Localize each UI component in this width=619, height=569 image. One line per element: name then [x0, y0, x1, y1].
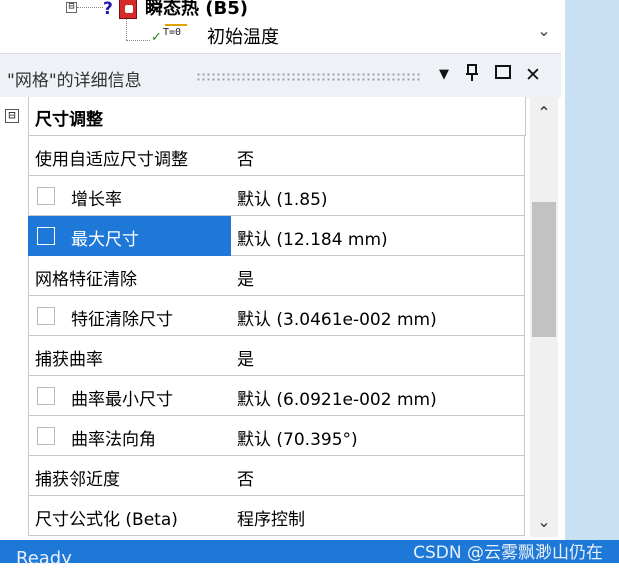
property-value-cell[interactable]: 默认 (6.0921e-002 mm): [231, 376, 525, 416]
property-name-cell[interactable]: 捕获邻近度: [28, 456, 232, 496]
row-gutter: [0, 136, 28, 176]
maximize-icon-graphic: [495, 65, 511, 79]
property-value: 默认 (3.0461e-002 mm): [237, 310, 437, 330]
property-value-cell[interactable]: 是: [231, 336, 525, 376]
property-value-cell[interactable]: 默认 (70.395°): [231, 416, 525, 456]
row-gutter: [0, 456, 28, 496]
status-bar: Ready CSDN @云雾飘渺山仍在: [0, 540, 619, 569]
parameter-checkbox[interactable]: [37, 187, 55, 205]
tree-connector: [77, 7, 103, 8]
row-gutter: [0, 216, 28, 256]
property-name-cell[interactable]: 捕获曲率: [28, 336, 232, 376]
property-name-cell[interactable]: 曲率法向角: [28, 416, 232, 456]
scroll-down-icon[interactable]: ⌄: [530, 512, 558, 531]
row-gutter: [0, 416, 28, 456]
unsolved-status-icon: ?: [103, 0, 113, 19]
property-value-cell[interactable]: 程序控制: [231, 496, 525, 536]
details-title: "网格"的详细信息: [7, 71, 142, 91]
row-gutter: [0, 256, 28, 296]
property-row[interactable]: 曲率法向角 默认 (70.395°): [0, 416, 526, 456]
vertical-scrollbar[interactable]: ⌃ ⌄: [530, 97, 558, 537]
property-name-cell[interactable]: 特征清除尺寸: [28, 296, 232, 336]
property-row[interactable]: 增长率 默认 (1.85): [0, 176, 526, 216]
property-value-cell[interactable]: 默认 (12.184 mm): [231, 216, 525, 256]
collapse-icon[interactable]: ⊟: [5, 109, 19, 123]
property-name-cell[interactable]: 增长率: [28, 176, 232, 216]
property-name: 增长率: [71, 190, 122, 210]
property-row[interactable]: 尺寸公式化 (Beta) 程序控制: [0, 496, 526, 536]
property-value-cell[interactable]: 默认 (1.85): [231, 176, 525, 216]
property-row[interactable]: 捕获邻近度 否: [0, 456, 526, 496]
row-gutter: [0, 496, 28, 536]
property-value: 默认 (1.85): [237, 190, 328, 210]
property-value: 默认 (70.395°): [237, 430, 358, 450]
property-row[interactable]: 最大尺寸 默认 (12.184 mm): [0, 216, 526, 256]
property-value-cell[interactable]: 默认 (3.0461e-002 mm): [231, 296, 525, 336]
property-name-cell[interactable]: 尺寸公式化 (Beta): [28, 496, 232, 536]
watermark-text: CSDN @云雾飘渺山仍在: [413, 543, 603, 563]
chevron-down-icon[interactable]: ⌄: [534, 21, 554, 40]
property-name: 曲率法向角: [71, 430, 156, 450]
tree-connector: [126, 40, 150, 41]
property-value: 否: [237, 150, 254, 170]
property-value-cell[interactable]: 是: [231, 256, 525, 296]
row-gutter: [0, 296, 28, 336]
property-name: 使用自适应尺寸调整: [35, 150, 188, 170]
property-row[interactable]: 使用自适应尺寸调整 否: [0, 136, 526, 176]
initial-temperature-icon: T=0: [163, 24, 188, 38]
tree-connector: [126, 18, 127, 40]
side-strip: [565, 0, 619, 563]
maximize-icon[interactable]: [493, 64, 513, 86]
pin-icon-graphic: [466, 64, 478, 81]
property-value-cell[interactable]: 否: [231, 456, 525, 496]
property-name-cell[interactable]: 使用自适应尺寸调整: [28, 136, 232, 176]
property-name: 捕获曲率: [35, 350, 103, 370]
property-name-cell[interactable]: 网格特征清除: [28, 256, 232, 296]
section-title-cell: 尺寸调整: [28, 97, 526, 136]
row-gutter: [0, 176, 28, 216]
dropdown-icon[interactable]: ▼: [434, 64, 454, 86]
property-grid: ⊟ 尺寸调整 使用自适应尺寸调整否增长率 默认 (1.85) 最大尺寸 默认 (12.…: [0, 97, 526, 537]
property-row[interactable]: 特征清除尺寸 默认 (3.0461e-002 mm): [0, 296, 526, 336]
check-icon: ✓: [151, 30, 162, 45]
property-name: 网格特征清除: [35, 270, 137, 290]
parameter-checkbox[interactable]: [37, 307, 55, 325]
property-name-cell[interactable]: 最大尺寸: [28, 216, 232, 256]
property-value-cell[interactable]: 否: [231, 136, 525, 176]
property-value: 否: [237, 470, 254, 490]
property-row[interactable]: 捕获曲率 是: [0, 336, 526, 376]
tree-item-transient-thermal[interactable]: 瞬态热 (B5): [145, 0, 248, 20]
property-name: 特征清除尺寸: [71, 310, 173, 330]
parameter-checkbox[interactable]: [37, 387, 55, 405]
tree-collapse-toggle[interactable]: ⊟: [66, 2, 77, 13]
details-header: "网格"的详细信息 ▼ ✕: [0, 53, 561, 98]
property-value: 默认 (6.0921e-002 mm): [237, 390, 437, 410]
property-name-cell[interactable]: 曲率最小尺寸: [28, 376, 232, 416]
row-gutter: [0, 336, 28, 376]
property-row[interactable]: 网格特征清除 是: [0, 256, 526, 296]
tree-item-initial-temperature[interactable]: 初始温度: [207, 23, 279, 49]
property-value: 默认 (12.184 mm): [237, 230, 388, 250]
property-name: 捕获邻近度: [35, 470, 120, 490]
status-text: Ready: [16, 548, 72, 569]
scrollbar-thumb[interactable]: [532, 202, 556, 337]
section-header[interactable]: ⊟ 尺寸调整: [0, 97, 526, 136]
transient-thermal-icon: [119, 0, 137, 19]
pin-icon[interactable]: [462, 64, 482, 88]
scroll-up-icon[interactable]: ⌃: [530, 103, 558, 122]
property-name: 曲率最小尺寸: [71, 390, 173, 410]
property-value: 是: [237, 270, 254, 290]
drag-grip[interactable]: [196, 72, 420, 82]
tree-panel: ⊟ ? 瞬态热 (B5) ✓ T=0 初始温度 ⌄: [0, 0, 562, 50]
property-value: 是: [237, 350, 254, 370]
property-name: 尺寸公式化 (Beta): [35, 510, 178, 530]
parameter-checkbox[interactable]: [37, 227, 55, 245]
close-icon[interactable]: ✕: [523, 64, 543, 86]
section-title: 尺寸调整: [35, 110, 103, 130]
property-row[interactable]: 曲率最小尺寸 默认 (6.0921e-002 mm): [0, 376, 526, 416]
property-value: 程序控制: [237, 510, 305, 530]
row-gutter: [0, 376, 28, 416]
parameter-checkbox[interactable]: [37, 427, 55, 445]
property-name: 最大尺寸: [71, 230, 139, 250]
